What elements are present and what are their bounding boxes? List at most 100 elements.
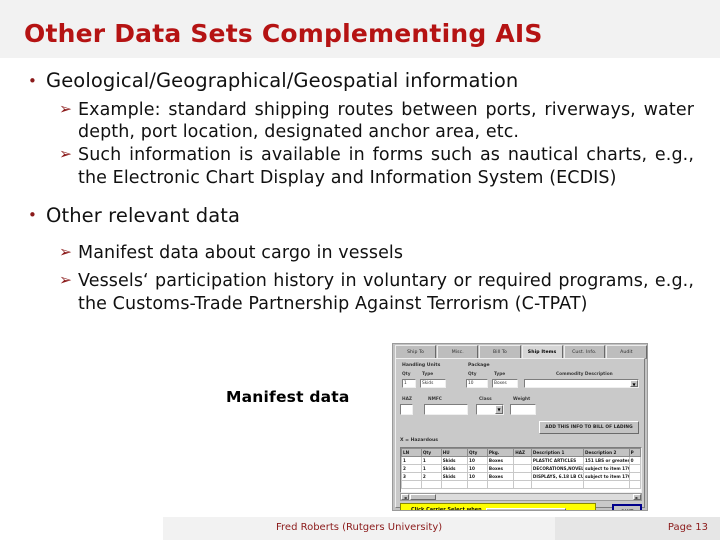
label-commodity-description: Commodity Description [556, 372, 613, 377]
cell-description-2: subject to item 170 2401 [583, 472, 630, 481]
cell-pkg: Boxes [486, 472, 515, 481]
cell-ln [401, 480, 422, 489]
label-nmfc: NMFC [428, 397, 442, 402]
cell-ln: 1 [401, 456, 422, 465]
tab-audit[interactable]: Audit [605, 345, 647, 359]
cell-haz [513, 464, 532, 473]
group-label-package: Package [468, 363, 490, 368]
sub-item-nautical-charts-label: Such information is available in forms s… [78, 145, 694, 188]
sub-item-ctpat: ➢ Vessels‘ participation history in volu… [0, 270, 720, 316]
page-title: Other Data Sets Complementing AIS [24, 19, 543, 48]
tab-ship-to[interactable]: Ship To [395, 345, 437, 359]
input-haz[interactable] [400, 404, 413, 415]
chevron-down-icon[interactable]: ▼ [630, 380, 638, 387]
cell-qty-2: 10 [467, 456, 488, 465]
tab-ship-items[interactable]: Ship Items [521, 345, 563, 359]
cell-qty-1: 1 [420, 456, 442, 465]
arrow-bullet-icon: ➢ [59, 99, 73, 118]
table-row[interactable]: 3 2 Skids 10 Boxes DISPLAYS, 6.18 LB CU … [401, 472, 641, 481]
input-package-qty[interactable]: 10 [466, 379, 488, 388]
tab-cust-info[interactable]: Cust. Info. [563, 345, 605, 359]
sub-item-example-routes: ➢ Example: standard shipping routes betw… [0, 99, 720, 145]
carrier-select-note-panel: Click Carrier Select when Finished Addin… [400, 503, 596, 511]
table-row[interactable]: 1 1 Skids 10 Boxes PLASTIC ARTICLES 151 … [401, 456, 641, 465]
table-row[interactable]: 2 1 Skids 10 Boxes DECORATIONS,NOVELTIES… [401, 464, 641, 473]
carrier-select-button[interactable]: CARRIER SELECT [486, 508, 566, 510]
slide-header: Other Data Sets Complementing AIS [0, 0, 720, 58]
tab-misc[interactable]: Misc. [437, 345, 479, 359]
label-package-type: Type [494, 372, 506, 377]
cell-description-2: subject to item 170 2401 [583, 464, 630, 473]
cell-qty-1: 2 [420, 472, 442, 481]
cell-description-1: DECORATIONS,NOVELTIES [530, 464, 585, 473]
input-nmfc[interactable] [424, 404, 468, 415]
scroll-right-arrow-icon[interactable]: ► [633, 494, 641, 500]
manifest-data-caption: Manifest data [226, 388, 350, 406]
arrow-bullet-icon: ➢ [59, 145, 73, 164]
cell-pkg [486, 480, 515, 489]
cell-ln: 2 [401, 464, 422, 473]
input-handling-type[interactable]: Skids [420, 379, 446, 388]
add-info-to-bill-of-lading-button[interactable]: ADD THIS INFO TO BILL OF LADING [539, 421, 639, 434]
cell-haz [513, 480, 532, 489]
col-description-2: Description 2 [583, 448, 630, 457]
cell-hu: Skids [440, 472, 469, 481]
bullet-item-other-data: • Other relevant data [0, 204, 720, 229]
scrollbar-thumb[interactable] [410, 494, 436, 500]
combo-commodity-description[interactable]: ▼ [524, 379, 639, 388]
table-row[interactable] [401, 480, 641, 489]
sub-item-example-routes-label: Example: standard shipping routes betwee… [78, 99, 694, 143]
label-handling-qty: Qty [402, 372, 411, 377]
input-package-type[interactable]: Boxes [492, 379, 518, 388]
arrow-bullet-icon: ➢ [59, 243, 73, 262]
cell-hu: Skids [440, 464, 469, 473]
label-package-qty: Qty [468, 372, 477, 377]
cell-p: 0 [628, 456, 641, 465]
carrier-note-line-1: Click Carrier Select when [411, 507, 482, 511]
cell-ln: 3 [401, 472, 422, 481]
footer-page-number: Page 13 [667, 522, 708, 533]
label-haz: HAZ [402, 397, 413, 402]
app-footer-bar: Click Carrier Select when Finished Addin… [400, 503, 642, 511]
slide-footer: Fred Roberts (Rutgers University) Page 1… [0, 513, 720, 540]
input-weight[interactable] [510, 404, 536, 415]
bullet-item-geospatial-label: Geological/Geographical/Geospatial infor… [46, 69, 519, 92]
cell-pkg: Boxes [486, 456, 515, 465]
cell-description-2 [583, 480, 630, 489]
tab-bill-to[interactable]: Bill To [479, 345, 521, 359]
col-p: P [628, 448, 641, 457]
hazardous-legend-text: X = Hazardous [400, 438, 439, 443]
cell-haz [513, 472, 532, 481]
cell-description-1: PLASTIC ARTICLES [530, 456, 585, 465]
footer-author-text: Fred Roberts (Rutgers University) [276, 522, 443, 533]
cell-description-1 [530, 480, 585, 489]
grid-horizontal-scrollbar[interactable]: ◄ ► [400, 493, 642, 501]
cell-qty-2: 10 [467, 464, 488, 473]
ship-items-table: LN Qty HU Qty Pkg. HAZ Description 1 Des… [401, 448, 641, 489]
cell-hu: Skids [440, 456, 469, 465]
scroll-left-arrow-icon[interactable]: ◄ [401, 494, 409, 500]
col-pkg: Pkg. [486, 448, 515, 457]
bullet-item-geospatial: • Geological/Geographical/Geospatial inf… [0, 69, 720, 94]
ship-items-panel: Handling Units Package Qty Type Qty Type… [395, 358, 645, 511]
col-description-1: Description 1 [530, 448, 585, 457]
bullet-item-other-data-label: Other relevant data [46, 203, 241, 227]
cell-qty-1 [420, 480, 442, 489]
col-ln: LN [401, 448, 422, 457]
cell-description-2: 151 LBS or greater [583, 456, 630, 465]
chevron-down-icon[interactable]: ▼ [495, 405, 503, 414]
col-haz: HAZ [513, 448, 532, 457]
ship-items-grid[interactable]: LN Qty HU Qty Pkg. HAZ Description 1 Des… [400, 447, 642, 493]
cell-p [628, 472, 641, 481]
table-header-row: LN Qty HU Qty Pkg. HAZ Description 1 Des… [401, 448, 641, 457]
cell-hu [440, 480, 469, 489]
sub-item-manifest-data: ➢ Manifest data about cargo in vessels [0, 242, 720, 265]
combo-class[interactable]: ▼ [476, 404, 504, 415]
group-label-handling-units: Handling Units [402, 363, 441, 368]
manifest-application-screenshot: Ship To Misc. Bill To Ship Items Cust. I… [392, 343, 648, 511]
arrow-bullet-icon: ➢ [59, 271, 73, 290]
input-handling-qty[interactable]: 1 [402, 379, 416, 388]
col-hu: HU [440, 448, 469, 457]
quit-button[interactable]: QUIT [612, 504, 642, 510]
col-qty-2: Qty [467, 448, 488, 457]
